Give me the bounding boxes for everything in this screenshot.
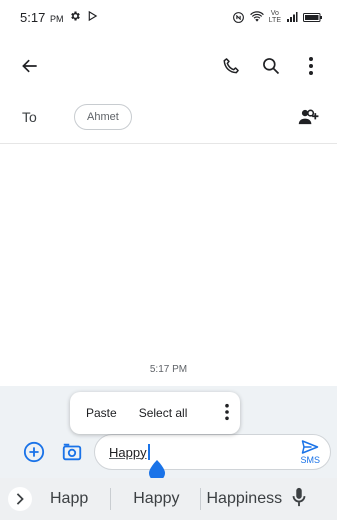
text-context-menu: Paste Select all <box>70 392 240 434</box>
keyboard-suggestion-bar: Happ Happy Happiness <box>0 478 337 520</box>
message-timestamp: 5:17 PM <box>149 364 188 375</box>
chevron-right-icon <box>16 493 24 505</box>
phone-icon <box>223 58 239 74</box>
status-bar: 5:17 PM Vo LTE <box>0 0 337 34</box>
status-ampm: PM <box>49 13 64 24</box>
camera-button[interactable] <box>60 440 84 464</box>
more-vert-icon <box>309 57 313 75</box>
text-caret <box>147 444 150 460</box>
to-label: To <box>22 109 37 125</box>
search-icon <box>263 58 280 75</box>
suggestion-item[interactable]: Happiness <box>207 490 283 508</box>
lte-label: LTE <box>268 17 281 24</box>
menu-more-button[interactable] <box>224 403 230 424</box>
status-time: 5:17 PM <box>20 10 63 25</box>
suggestions-expand-button[interactable] <box>8 487 32 511</box>
battery-icon <box>303 12 323 23</box>
voice-input-button[interactable] <box>292 487 306 512</box>
more-options-button[interactable] <box>295 50 327 82</box>
add-recipients-button[interactable] <box>293 101 325 133</box>
suggestion-item[interactable]: Happy <box>133 490 179 508</box>
nfc-icon <box>232 11 245 24</box>
search-button[interactable] <box>255 50 287 82</box>
recipient-chip[interactable]: Ahmet <box>74 104 132 130</box>
send-sms-button[interactable]: SMS <box>300 439 320 465</box>
send-sms-label: SMS <box>300 455 320 465</box>
wifi-icon <box>249 11 264 23</box>
more-vert-icon <box>225 403 229 420</box>
attach-button[interactable] <box>22 440 46 464</box>
message-input[interactable]: Happy SMS <box>94 434 331 470</box>
arrow-left-icon <box>22 59 37 73</box>
plus-circle-icon <box>23 441 45 463</box>
send-icon <box>301 440 319 454</box>
recipient-row: To Ahmet <box>0 100 337 134</box>
compose-row: Happy SMS <box>0 430 337 474</box>
status-left: 5:17 PM <box>20 10 98 25</box>
app-bar <box>0 44 337 88</box>
add-people-icon <box>298 109 319 125</box>
status-right: Vo LTE <box>232 10 323 24</box>
status-time-value: 5:17 <box>20 9 46 25</box>
signal-icon <box>286 11 298 23</box>
volte-label: Vo <box>270 10 279 17</box>
menu-select-all[interactable]: Select all <box>139 406 188 420</box>
app-bar-actions <box>215 50 327 82</box>
conversation-area <box>0 144 337 386</box>
call-button[interactable] <box>215 50 247 82</box>
volte-indicator: Vo LTE <box>269 10 281 24</box>
suggestion-divider <box>110 488 112 510</box>
message-text[interactable]: Happy <box>109 445 147 460</box>
mic-icon <box>292 487 306 506</box>
settings-icon <box>69 10 81 25</box>
play-store-icon <box>87 10 98 25</box>
suggestion-item[interactable]: Happ <box>50 490 88 508</box>
camera-icon <box>62 443 82 461</box>
back-button[interactable] <box>14 50 46 82</box>
menu-paste[interactable]: Paste <box>86 406 117 420</box>
suggestion-divider <box>199 488 201 510</box>
